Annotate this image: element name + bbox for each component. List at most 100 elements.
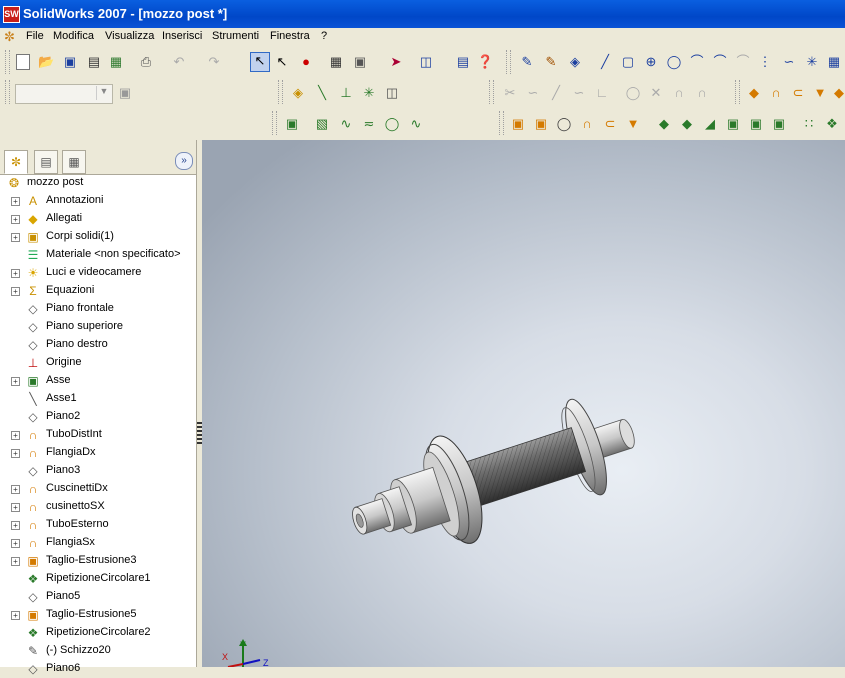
tree-item[interactable]: ◇ Piano frontale xyxy=(0,300,196,318)
tree-root[interactable]: ❂ mozzo post xyxy=(0,174,196,192)
circular-pattern-icon[interactable]: ❖ xyxy=(824,116,840,132)
tree-item[interactable]: ◇ Piano destro xyxy=(0,336,196,354)
sketch-grid-icon[interactable]: ▦ xyxy=(826,54,842,70)
reference-axis-icon[interactable]: ╲ xyxy=(314,85,330,101)
move-component-icon[interactable]: ≂ xyxy=(361,116,377,132)
tree-item[interactable]: ◇ Piano5 xyxy=(0,588,196,606)
tree-item[interactable]: + ∩ FlangiaSx xyxy=(0,534,196,552)
toolbar-grip[interactable] xyxy=(278,80,283,104)
tree-item[interactable]: + ∩ TuboDistInt xyxy=(0,426,196,444)
expand-toggle-icon[interactable]: + xyxy=(11,539,20,548)
open-icon[interactable]: 📂 xyxy=(38,54,54,70)
tree-item[interactable]: + ∩ CuscinettiDx xyxy=(0,480,196,498)
three-point-arc-icon[interactable]: ⌒ xyxy=(712,54,728,70)
tree-item[interactable]: ◇ Piano3 xyxy=(0,462,196,480)
tree-item[interactable]: ◇ Piano superiore xyxy=(0,318,196,336)
feature-manager-tab-icon[interactable]: ✼ xyxy=(4,150,28,174)
rotate-icon[interactable]: ∩ xyxy=(694,85,710,101)
tree-item[interactable]: + ▣ Asse xyxy=(0,372,196,390)
tree-item[interactable]: + ☀ Luci e videocamere xyxy=(0,264,196,282)
spline-icon[interactable]: ∽ xyxy=(781,54,797,70)
tree-item[interactable]: ⊥ Origine xyxy=(0,354,196,372)
fillet-sketch-icon[interactable]: ⌒ xyxy=(735,54,751,70)
tree-item[interactable]: + ◆ Allegati xyxy=(0,210,196,228)
expand-toggle-icon[interactable]: + xyxy=(11,521,20,530)
toolbar-grip[interactable] xyxy=(5,50,10,74)
menu-modifica[interactable]: Modifica xyxy=(53,30,94,42)
smart-fasteners-icon[interactable]: ∿ xyxy=(408,116,424,132)
toolbar-grip[interactable] xyxy=(506,50,511,74)
expand-toggle-icon[interactable]: + xyxy=(11,449,20,458)
assembly-component-icon[interactable]: ▣ xyxy=(284,116,300,132)
tree-item[interactable]: ◇ Piano2 xyxy=(0,408,196,426)
reference-plane-icon[interactable]: ◈ xyxy=(290,85,306,101)
graphics-area[interactable]: Y X Z xyxy=(202,140,845,667)
hub-model[interactable] xyxy=(202,140,845,667)
menu-strumenti[interactable]: Strumenti xyxy=(212,30,259,42)
save-icon[interactable]: ▣ xyxy=(62,54,78,70)
dome-icon[interactable]: ▣ xyxy=(748,116,764,132)
select-icon[interactable]: ↖ xyxy=(250,52,270,72)
hole-icon[interactable]: ▣ xyxy=(533,116,549,132)
new-document-icon[interactable] xyxy=(16,54,30,70)
rotate-component-icon[interactable]: ◯ xyxy=(384,116,400,132)
rollback-icon[interactable]: ➤ xyxy=(388,54,404,70)
revolved-boss-icon[interactable]: ∩ xyxy=(768,85,784,101)
configuration-combo[interactable]: ▼ xyxy=(15,84,113,104)
expand-toggle-icon[interactable]: + xyxy=(11,377,20,386)
mirror-icon[interactable]: ∽ xyxy=(571,85,587,101)
fillet-icon[interactable]: ◆ xyxy=(656,116,672,132)
mate-reference-icon[interactable]: ◫ xyxy=(384,85,400,101)
print-icon[interactable]: ⎙ xyxy=(138,54,154,70)
expand-toggle-icon[interactable]: + xyxy=(11,557,20,566)
rib-icon[interactable]: ◢ xyxy=(702,116,718,132)
toolbar-grip[interactable] xyxy=(489,80,494,104)
trim-icon[interactable]: ✂ xyxy=(502,85,518,101)
properties-icon[interactable]: ▤ xyxy=(455,54,471,70)
move-face-icon[interactable]: ▣ xyxy=(771,116,787,132)
rebuild-icon[interactable]: ● xyxy=(298,54,314,70)
boundary-boss-icon[interactable]: ◆ xyxy=(831,85,845,101)
expand-toggle-icon[interactable]: + xyxy=(11,287,20,296)
expand-toggle-icon[interactable]: + xyxy=(11,197,20,206)
menu-inserisci[interactable]: Inserisci xyxy=(162,30,202,42)
draft-icon[interactable]: ▣ xyxy=(725,116,741,132)
expand-toggle-icon[interactable]: + xyxy=(11,215,20,224)
tree-item[interactable]: ☰ Materiale <non specificato> xyxy=(0,246,196,264)
lofted-boss-icon[interactable]: ▼ xyxy=(812,85,828,101)
insert-component-icon[interactable]: ▧ xyxy=(314,116,330,132)
make-assembly-icon[interactable]: ▦ xyxy=(108,54,124,70)
property-manager-tab-icon[interactable]: ▤ xyxy=(34,150,58,174)
circle-icon[interactable]: ⊕ xyxy=(643,54,659,70)
sketch-fillet-icon[interactable]: ∟ xyxy=(594,85,610,101)
sketch-icon[interactable]: ✎ xyxy=(519,54,535,70)
3d-sketch-icon[interactable]: ✎ xyxy=(543,54,559,70)
intersection-icon[interactable]: ✕ xyxy=(648,85,664,101)
solidworks-menu-logo-icon[interactable]: ✼ xyxy=(4,29,20,44)
rectangle-icon[interactable]: ▢ xyxy=(620,54,636,70)
menu-finestra[interactable]: Finestra xyxy=(270,30,310,42)
cut-extrude-icon[interactable]: ▣ xyxy=(510,116,526,132)
tree-item[interactable]: ❖ RipetizioneCircolare1 xyxy=(0,570,196,588)
smart-dimension-icon[interactable]: ◈ xyxy=(567,54,583,70)
point-icon[interactable]: ✳ xyxy=(804,54,820,70)
make-drawing-icon[interactable]: ▤ xyxy=(86,54,102,70)
tree-item[interactable]: ╲ Asse1 xyxy=(0,390,196,408)
mate-icon[interactable]: ∿ xyxy=(338,116,354,132)
tree-item[interactable]: ✎ (-) Schizzo20 xyxy=(0,642,196,660)
toolbar-grip[interactable] xyxy=(5,80,10,104)
grid-options-icon[interactable]: ▦ xyxy=(328,54,344,70)
expand-panel-icon[interactable]: » xyxy=(175,152,193,170)
expand-toggle-icon[interactable]: + xyxy=(11,233,20,242)
expand-toggle-icon[interactable]: + xyxy=(11,269,20,278)
expand-toggle-icon[interactable]: + xyxy=(11,485,20,494)
linear-pattern-icon[interactable]: ∷ xyxy=(801,116,817,132)
layer-icon[interactable]: ▣ xyxy=(117,85,133,101)
tree-item[interactable]: + ▣ Taglio-Estrusione5 xyxy=(0,606,196,624)
tree-item[interactable]: + ▣ Taglio-Estrusione3 xyxy=(0,552,196,570)
tree-item[interactable]: + ∩ FlangiaDx xyxy=(0,444,196,462)
tree-item[interactable]: + A Annotazioni xyxy=(0,192,196,210)
chamfer-icon[interactable]: ◆ xyxy=(679,116,695,132)
offset-icon[interactable]: ╱ xyxy=(548,85,564,101)
toolbar-grip[interactable] xyxy=(272,111,277,135)
